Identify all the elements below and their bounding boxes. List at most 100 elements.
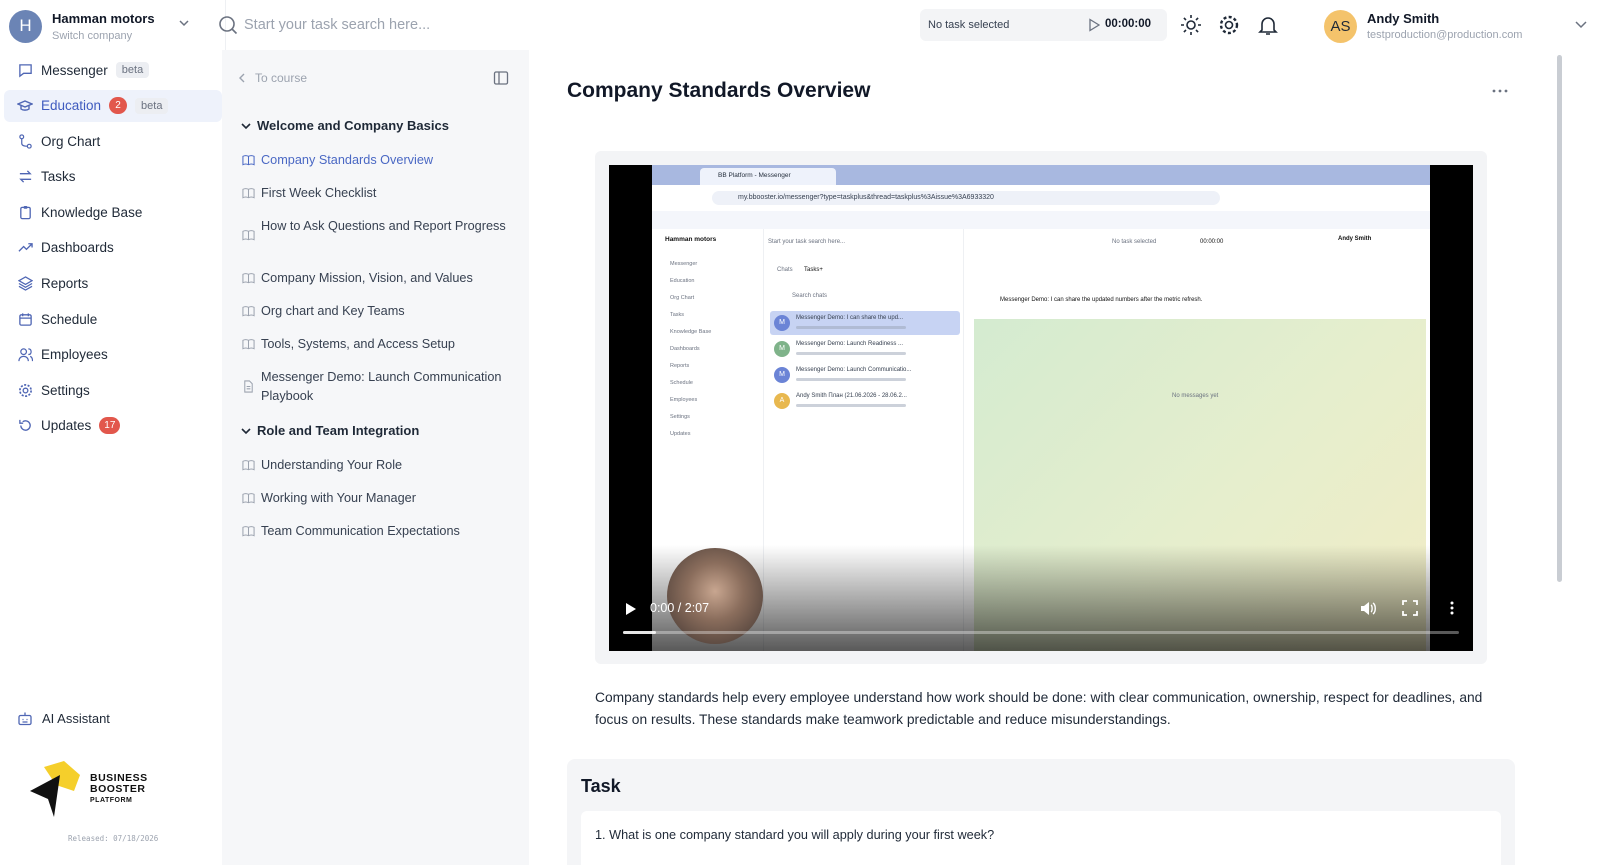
video-search-chats: Search chats [792, 293, 828, 299]
book-icon [242, 230, 255, 241]
sidebar-item-education[interactable]: Education 2 beta [4, 89, 222, 122]
book-icon [242, 493, 255, 504]
page-scrollbar[interactable] [1557, 55, 1562, 582]
beta-badge: beta [115, 62, 150, 78]
lesson-description: Company standards help every employee un… [595, 690, 1483, 727]
gear-icon[interactable] [1218, 14, 1240, 36]
lesson-content: Company Standards Overview BB Platform -… [529, 50, 1555, 865]
video-chat-title: Messenger Demo: Launch Readiness ... [796, 341, 904, 347]
sidebar-item-employees[interactable]: Employees [4, 339, 222, 371]
refresh-icon [17, 418, 33, 434]
video-progress-fill [623, 631, 657, 634]
ai-assistant-label: AI Assistant [42, 710, 110, 726]
search-icon [219, 16, 238, 35]
lesson-item[interactable]: How to Ask Questions and Report Progress [242, 217, 512, 242]
video-chat-row: M Messenger Demo: I can share the upd... [770, 311, 960, 335]
message-icon [17, 62, 33, 78]
video-chat-preview [796, 378, 906, 381]
back-to-course-link[interactable]: To course [237, 71, 307, 85]
sidebar-item-reports[interactable]: Reports [4, 268, 222, 300]
sidebar-item-schedule[interactable]: Schedule [4, 303, 222, 335]
lesson-item[interactable]: Company Standards Overview [242, 151, 512, 170]
lesson-title: First Week Checklist [261, 186, 377, 200]
sidebar-item-label: Dashboards [41, 240, 114, 256]
lesson-item[interactable]: Team Communication Expectations [242, 522, 512, 541]
task-question-box[interactable]: 1. What is one company standard you will… [581, 811, 1501, 865]
lesson-item[interactable]: First Week Checklist [242, 184, 512, 203]
play-icon[interactable] [625, 602, 637, 616]
sidebar-item-label: Updates [41, 418, 92, 434]
video-progress-bar[interactable] [623, 631, 1459, 634]
section-title: Welcome and Company Basics [257, 118, 449, 133]
clipboard-icon [17, 204, 33, 220]
lesson-title: Messenger Demo: Launch Communication Pla… [261, 370, 502, 403]
task-timer[interactable]: No task selected 00:00:00 [920, 9, 1167, 41]
video-search: Start your task search here... [768, 239, 846, 245]
lesson-item[interactable]: Org chart and Key Teams [242, 302, 512, 321]
chevron-down-icon [1575, 21, 1587, 29]
section-title: Role and Team Integration [257, 423, 420, 438]
video-options-icon[interactable] [1444, 600, 1460, 616]
sidebar-item-label: Employees [41, 347, 108, 363]
chevron-left-icon [239, 73, 245, 83]
switch-company-label: Switch company [52, 29, 133, 42]
page-title: Company Standards Overview [567, 79, 871, 102]
sidebar-item-org-chart[interactable]: Org Chart [4, 125, 222, 157]
layers-icon [17, 276, 33, 292]
lesson-title: How to Ask Questions and Report Progress [261, 219, 506, 233]
video-chat-avatar: M [774, 367, 790, 383]
sidebar-nav: Messenger beta Education 2 beta Org Char… [4, 54, 222, 446]
sidebar-item-label: Tasks [41, 169, 76, 185]
lesson-item[interactable]: Working with Your Manager [242, 489, 512, 508]
fullscreen-icon[interactable] [1402, 600, 1418, 616]
business-booster-logo: BUSINESS BOOSTER PLATFORM [30, 760, 160, 818]
sun-icon[interactable] [1180, 14, 1202, 36]
sidebar-item-label: Schedule [41, 311, 98, 327]
lesson-item[interactable]: Tools, Systems, and Access Setup [242, 335, 512, 354]
book-icon [242, 188, 255, 199]
lesson-title: Org chart and Key Teams [261, 304, 405, 318]
bell-icon[interactable] [1257, 14, 1279, 36]
sidebar-item-tasks[interactable]: Tasks [4, 161, 222, 193]
sidebar-item-knowledge-base[interactable]: Knowledge Base [4, 196, 222, 228]
lesson-title: Working with Your Manager [261, 491, 416, 505]
video-nav-item: Knowledge Base [670, 329, 712, 335]
company-switcher[interactable]: H Hamman motors Switch company [9, 8, 199, 44]
search-input[interactable] [244, 17, 544, 33]
lesson-item[interactable]: Messenger Demo: Launch Communication Pla… [242, 368, 512, 406]
book-icon [242, 306, 255, 317]
avatar: AS [1324, 9, 1357, 43]
sidebar-item-settings[interactable]: Settings [4, 374, 222, 406]
webcam-overlay [667, 548, 763, 644]
play-icon[interactable] [1088, 18, 1100, 32]
gear-icon [17, 382, 33, 398]
lesson-item[interactable]: Company Mission, Vision, and Values [242, 269, 512, 288]
ai-assistant-button[interactable]: AI Assistant [17, 710, 110, 726]
video-chat-avatar: A [774, 393, 790, 409]
user-email: testproduction@production.com [1367, 29, 1523, 41]
section-toggle[interactable]: Role and Team Integration [240, 423, 419, 438]
sidebar-item-updates[interactable]: Updates 17 [4, 410, 222, 442]
video-chat-title: Messenger Demo: I can share the upd... [796, 315, 904, 321]
video-player[interactable]: BB Platform - Messenger my.bbooster.io/m… [609, 165, 1473, 651]
count-badge: 17 [99, 417, 121, 435]
video-tab-tasks: Tasks+ [804, 267, 823, 273]
sidebar-item-dashboards[interactable]: Dashboards [4, 232, 222, 264]
logo-mark-icon [30, 761, 80, 817]
more-options-icon[interactable] [1491, 82, 1509, 100]
collapse-panel-icon[interactable] [493, 70, 509, 86]
course-panel: To course Welcome and Company Basics Com… [222, 50, 529, 865]
sidebar-item-messenger[interactable]: Messenger beta [4, 54, 222, 86]
video-nav-item: Schedule [670, 380, 693, 386]
video-user-name: Andy Smith [1338, 236, 1372, 242]
book-icon [242, 339, 255, 350]
sidebar-item-label: Knowledge Base [41, 204, 143, 220]
release-date: Released: 07/18/2026 [68, 834, 159, 843]
lesson-item[interactable]: Understanding Your Role [242, 456, 512, 475]
section-toggle[interactable]: Welcome and Company Basics [240, 118, 449, 133]
user-menu[interactable]: AS Andy Smith testproduction@production.… [1324, 8, 1600, 44]
volume-icon[interactable] [1360, 600, 1377, 617]
users-icon [17, 347, 33, 363]
video-chat-preview [796, 404, 906, 407]
user-name: Andy Smith [1367, 11, 1440, 26]
